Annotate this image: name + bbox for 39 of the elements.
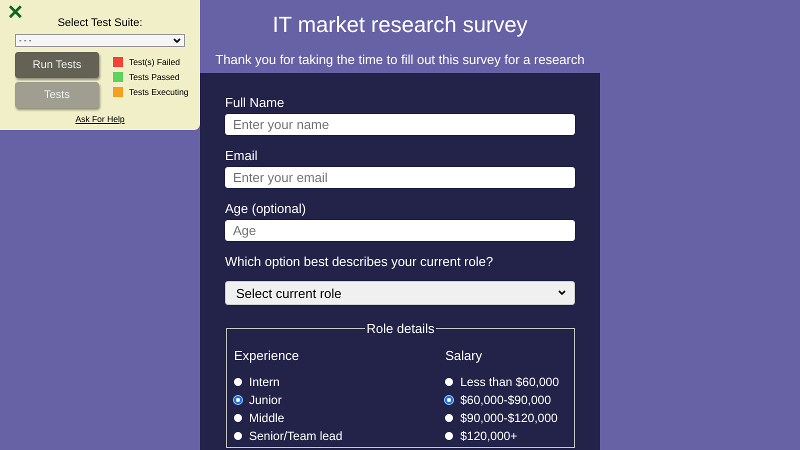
input-field[interactable]: Enter your name [225, 114, 575, 135]
help-link[interactable]: Ask For Help [15, 114, 185, 124]
field-label: Email [225, 148, 259, 163]
legend-label: Tests Executing [129, 87, 189, 97]
input-field[interactable]: Enter your email [225, 167, 575, 188]
radio-label: Intern [249, 374, 280, 388]
suite-dropdown[interactable]: - - - [15, 34, 185, 47]
legend-label: Tests Passed [129, 72, 180, 82]
radio-button[interactable] [234, 378, 242, 386]
input-field[interactable]: Age [225, 220, 575, 241]
field-label: Full Name [225, 95, 286, 110]
test-button[interactable]: Run Tests [15, 52, 99, 78]
field-label: Which option best describes your current role? [225, 254, 494, 269]
page-subtitle: Thank you for taking the time to fill out this survey for a research [215, 52, 585, 67]
radio-label: Senior/Team lead [249, 428, 342, 442]
page-title: IT market research survey [272, 12, 528, 38]
group-title: Salary [445, 348, 484, 363]
radio-label: $60,000-$90,000 [460, 392, 551, 406]
fieldset-legend: Role details [364, 321, 436, 336]
caret-icon [558, 290, 566, 296]
caret-icon [173, 38, 181, 44]
radio-label: Middle [249, 410, 284, 424]
field-label: Age (optional) [225, 201, 307, 216]
radio-label: Junior [249, 392, 282, 406]
radio-button[interactable] [234, 432, 242, 440]
radio-button[interactable] [445, 378, 454, 386]
legend-label: Test(s) Failed [129, 57, 180, 67]
close-icon[interactable]: ✕ [7, 2, 24, 24]
radio-button[interactable] [234, 414, 242, 422]
suite-label: Select Test Suite: [56, 17, 144, 29]
radio-label: $120,000+ [460, 428, 518, 442]
radio-button[interactable] [445, 396, 454, 404]
radio-button[interactable] [445, 432, 454, 440]
radio-label: Less than $60,000 [460, 374, 559, 388]
radio-button[interactable] [234, 396, 242, 404]
radio-label: $90,000-$120,000 [460, 410, 558, 424]
group-title: Experience [234, 348, 300, 363]
radio-button[interactable] [445, 414, 454, 422]
role-dropdown[interactable]: Select current role [225, 281, 575, 305]
